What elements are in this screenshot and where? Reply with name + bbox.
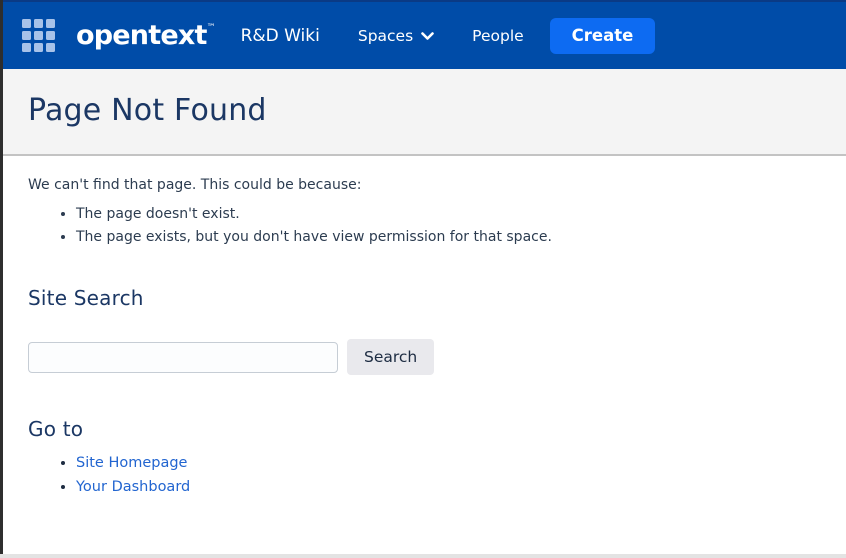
top-navbar: opentext™ R&D Wiki Spaces People Create — [3, 0, 846, 69]
goto-section: Go to Site Homepage Your Dashboard — [28, 417, 821, 495]
error-intro-text: We can't find that page. This could be b… — [28, 177, 362, 193]
nav-item-spaces[interactable]: Spaces — [358, 27, 434, 45]
chevron-down-icon — [421, 32, 434, 41]
error-reason-list: The page doesn't exist. The page exists,… — [76, 206, 821, 245]
trademark-symbol: ™ — [206, 23, 216, 33]
nav-item-spaces-label: Spaces — [357, 26, 414, 45]
search-form-row: Search — [28, 339, 821, 376]
main-content: We can't find that page. This could be b… — [3, 156, 846, 496]
page-header-band: Page Not Found — [3, 69, 846, 156]
list-item: Site Homepage — [76, 455, 821, 472]
site-search-input[interactable] — [28, 341, 338, 373]
site-title-link[interactable]: R&D Wiki — [241, 26, 320, 46]
create-button[interactable]: Create — [549, 17, 656, 54]
search-button[interactable]: Search — [347, 339, 435, 376]
app-switcher-grid-icon[interactable] — [22, 19, 55, 52]
opentext-logo[interactable]: opentext™ — [76, 22, 216, 49]
window-bottom-edge — [0, 554, 846, 558]
nav-item-people[interactable]: People — [472, 27, 524, 45]
site-search-heading: Site Search — [28, 286, 144, 311]
page-title: Page Not Found — [28, 93, 267, 128]
goto-heading: Go to — [28, 417, 84, 442]
site-search-section: Site Search Search — [28, 286, 821, 376]
goto-link-list: Site Homepage Your Dashboard — [76, 455, 821, 495]
error-reason-item: The page exists, but you don't have view… — [76, 229, 821, 245]
error-reason-item: The page doesn't exist. — [76, 206, 821, 222]
site-homepage-link[interactable]: Site Homepage — [76, 455, 187, 471]
opentext-logo-text: opentext — [76, 20, 207, 51]
list-item: Your Dashboard — [76, 479, 821, 496]
your-dashboard-link[interactable]: Your Dashboard — [76, 479, 190, 495]
